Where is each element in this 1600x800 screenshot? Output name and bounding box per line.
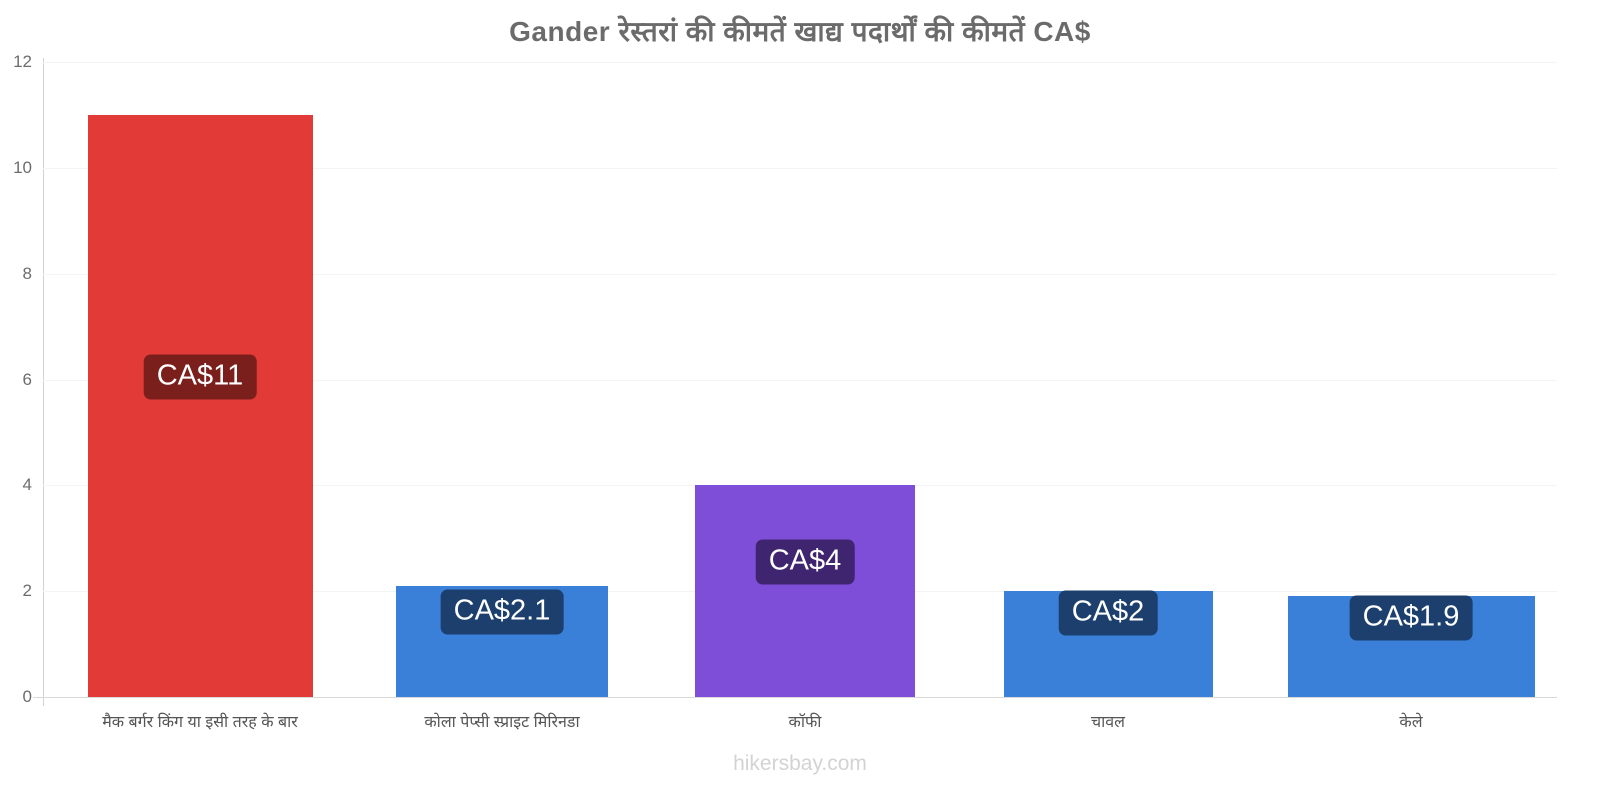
x-axis-label: कोला पेप्सी स्प्राइट मिरिनडा: [424, 714, 580, 731]
x-axis-label: केले: [1399, 714, 1423, 731]
y-tick-label: 12: [13, 52, 32, 71]
bar-value-label: CA$4: [755, 539, 855, 585]
y-tick-label: 6: [22, 369, 32, 389]
chart-title: Gander रेस्तरां की कीमतें खाद्य पदार्थों…: [509, 16, 1091, 47]
footer-credit: hikersbay.com: [733, 752, 867, 775]
y-tick-label: 10: [13, 157, 32, 177]
bar[interactable]: [695, 485, 915, 697]
y-tick-label: 8: [22, 263, 32, 283]
bar-value-label: CA$2.1: [440, 589, 564, 635]
bar-value-label: CA$1.9: [1349, 595, 1473, 641]
x-axis-label: मैक बर्गर किंग या इसी तरह के बार: [102, 714, 298, 731]
y-tick-label: 2: [22, 581, 32, 601]
bar-chart: Gander रेस्तरां की कीमतें खाद्य पदार्थों…: [0, 0, 1600, 800]
x-axis-label: कॉफी: [788, 714, 822, 731]
y-tick-label: 4: [22, 475, 32, 495]
gridline-12: [43, 62, 1557, 63]
gridline-0: [33, 697, 1557, 698]
bar-value-label: CA$11: [143, 354, 257, 400]
bar[interactable]: [87, 114, 313, 697]
plot-area: [33, 62, 1557, 698]
x-axis-label: चावल: [1090, 714, 1126, 731]
bar-value-label: CA$2: [1058, 590, 1158, 636]
y-tick-label: 0: [22, 687, 32, 706]
